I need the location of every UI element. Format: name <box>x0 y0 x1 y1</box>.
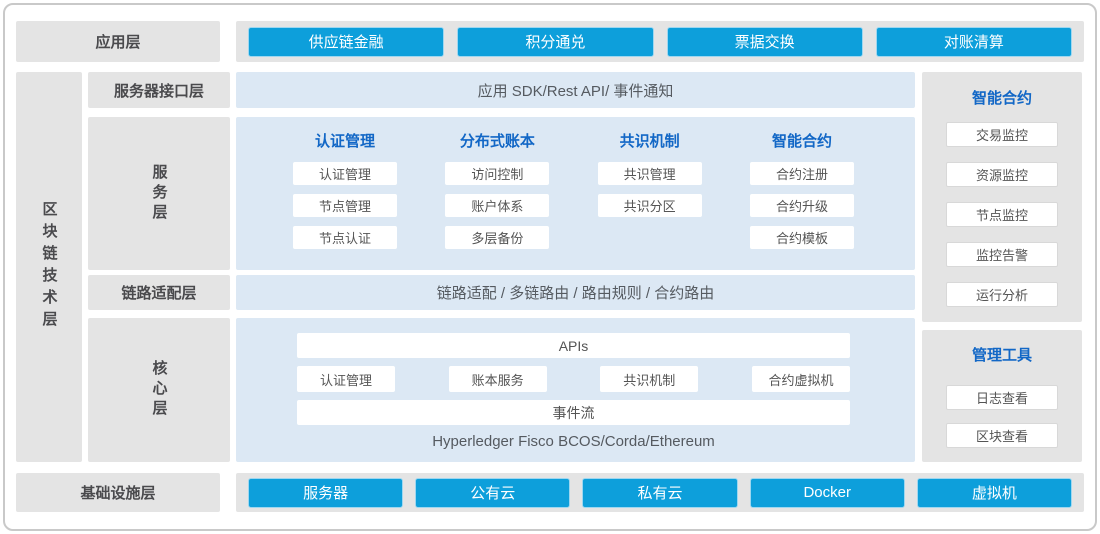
service-item: 节点管理 <box>293 194 397 217</box>
blockchain-tech-layer-label: 区块链技术层 <box>16 72 82 462</box>
core-box-auth: 认证管理 <box>297 366 395 392</box>
infra-block-public-cloud: 公有云 <box>415 478 570 508</box>
service-column-consensus-header: 共识机制 <box>598 131 702 153</box>
core-box-ledger-service: 账本服务 <box>449 366 547 392</box>
core-boxes-row: 认证管理 账本服务 共识机制 合约虚拟机 <box>297 366 850 392</box>
app-block-bill-exchange: 票据交换 <box>667 27 863 57</box>
interface-layer-label: 服务器接口层 <box>88 72 230 108</box>
infra-block-vm: 虚拟机 <box>917 478 1072 508</box>
panel-item-block-view: 区块查看 <box>946 423 1058 448</box>
core-layer-text: 核心层 <box>149 360 170 420</box>
architecture-diagram: { "colors": { "accent_blue": "#0d9fdb", … <box>0 0 1100 534</box>
infra-layer-label: 基础设施层 <box>16 473 220 512</box>
core-box-contract-vm: 合约虚拟机 <box>752 366 850 392</box>
service-layer-label: 服务层 <box>88 117 230 270</box>
service-item: 账户体系 <box>445 194 549 217</box>
app-layer-strip: 供应链金融 积分通兑 票据交换 对账清算 <box>236 21 1084 62</box>
service-item: 共识管理 <box>598 162 702 185</box>
infra-block-private-cloud: 私有云 <box>582 478 737 508</box>
app-block-points-exchange: 积分通兑 <box>457 27 653 57</box>
service-item: 认证管理 <box>293 162 397 185</box>
app-layer-label: 应用层 <box>16 21 220 62</box>
right-panel-smart-contract-header: 智能合约 <box>922 88 1082 110</box>
panel-item-resource-monitor: 资源监控 <box>946 162 1058 187</box>
service-column-smart-contract-header: 智能合约 <box>750 131 854 153</box>
panel-item-monitor-alert: 监控告警 <box>946 242 1058 267</box>
service-item: 合约升级 <box>750 194 854 217</box>
interface-layer-band: 应用 SDK/Rest API/ 事件通知 <box>236 72 915 108</box>
panel-item-log-view: 日志查看 <box>946 385 1058 410</box>
blockchain-tech-layer-text: 区块链技术层 <box>39 201 60 333</box>
link-adapter-layer-label: 链路适配层 <box>88 275 230 310</box>
infra-block-docker: Docker <box>750 478 905 508</box>
service-column-smart-contract: 智能合约 合约注册 合约升级 合约模板 <box>750 131 854 270</box>
core-box-consensus: 共识机制 <box>600 366 698 392</box>
service-item: 节点认证 <box>293 226 397 249</box>
service-item: 合约模板 <box>750 226 854 249</box>
service-column-ledger: 分布式账本 访问控制 账户体系 多层备份 <box>445 131 549 270</box>
service-column-auth: 认证管理 认证管理 节点管理 节点认证 <box>293 131 397 270</box>
right-panel-management-tools-header: 管理工具 <box>922 345 1082 367</box>
service-column-consensus: 共识机制 共识管理 共识分区 <box>598 131 702 270</box>
right-panel-management-tools: 管理工具 日志查看 区块查看 <box>922 330 1082 462</box>
service-item: 多层备份 <box>445 226 549 249</box>
panel-item-transaction-monitor: 交易监控 <box>946 122 1058 147</box>
service-item: 合约注册 <box>750 162 854 185</box>
core-layer-block: APIs 认证管理 账本服务 共识机制 合约虚拟机 事件流 Hyperledge… <box>236 318 915 462</box>
service-item: 共识分区 <box>598 194 702 217</box>
app-block-reconciliation-clearing: 对账清算 <box>876 27 1072 57</box>
service-layer-text: 服务层 <box>149 164 170 224</box>
core-layer-label: 核心层 <box>88 318 230 462</box>
core-event-stream-bar: 事件流 <box>297 400 850 425</box>
service-column-ledger-header: 分布式账本 <box>445 131 549 153</box>
core-platforms-text: Hyperledger Fisco BCOS/Corda/Ethereum <box>297 433 850 450</box>
infra-block-server: 服务器 <box>248 478 403 508</box>
panel-item-operation-analysis: 运行分析 <box>946 282 1058 307</box>
right-panel-smart-contract: 智能合约 交易监控 资源监控 节点监控 监控告警 运行分析 <box>922 72 1082 322</box>
link-adapter-band: 链路适配 / 多链路由 / 路由规则 / 合约路由 <box>236 275 915 310</box>
app-block-supply-chain-finance: 供应链金融 <box>248 27 444 57</box>
service-item: 访问控制 <box>445 162 549 185</box>
service-column-auth-header: 认证管理 <box>293 131 397 153</box>
panel-item-node-monitor: 节点监控 <box>946 202 1058 227</box>
core-apis-bar: APIs <box>297 333 850 358</box>
infra-layer-strip: 服务器 公有云 私有云 Docker 虚拟机 <box>236 473 1084 512</box>
service-layer-block: 认证管理 认证管理 节点管理 节点认证 分布式账本 访问控制 账户体系 多层备份… <box>236 117 915 270</box>
